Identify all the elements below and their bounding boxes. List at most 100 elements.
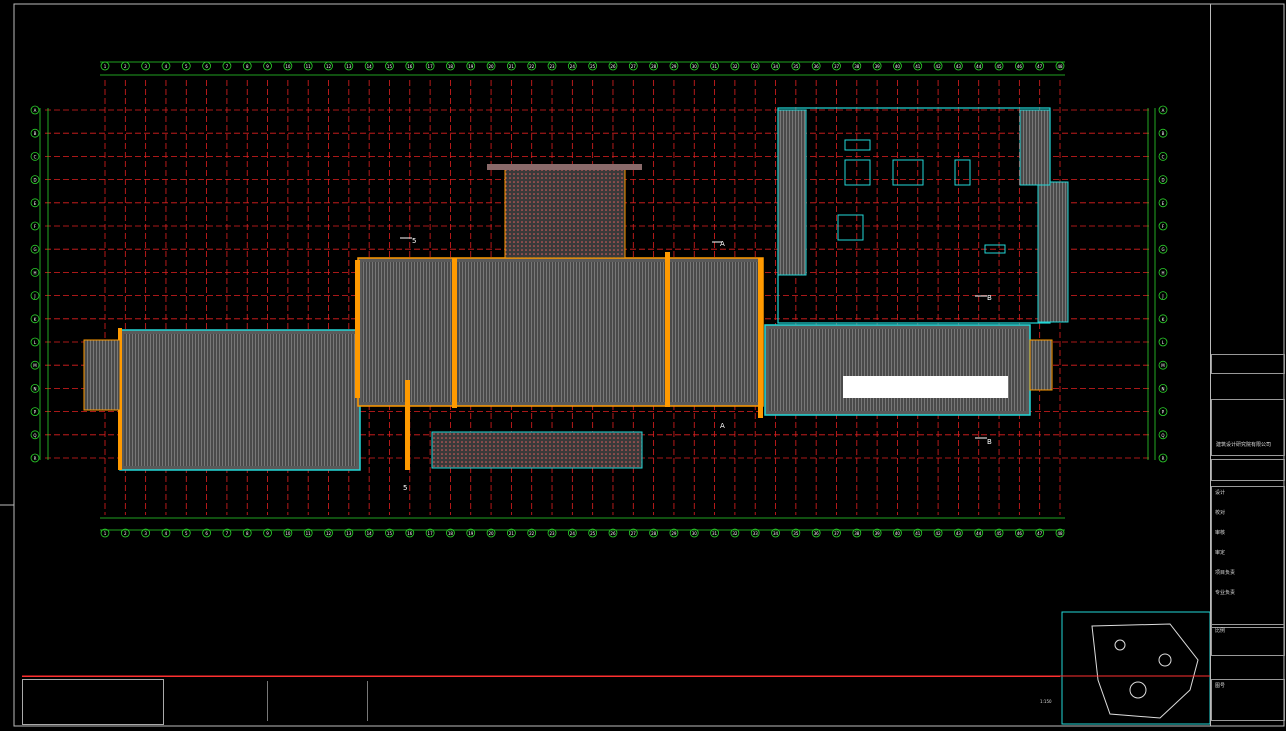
- axis-label: 27: [631, 531, 637, 536]
- axis-label: R: [34, 456, 37, 461]
- axis-label: 34: [773, 531, 779, 536]
- axis-label: G: [1161, 247, 1164, 252]
- axis-label: 5: [185, 531, 188, 536]
- axis-label: 29: [671, 64, 677, 69]
- axis-label: N: [1162, 386, 1165, 391]
- axis-label: 37: [834, 531, 840, 536]
- axis-label: 1: [104, 64, 107, 69]
- axis-label: 10: [285, 64, 291, 69]
- axis-label: M: [1161, 363, 1165, 368]
- courtyard-block: [431, 431, 643, 469]
- axis-label: Q: [1161, 433, 1164, 438]
- company-cell: 建筑设计研究院有限公司: [1211, 399, 1285, 456]
- axis-label: 33: [753, 64, 759, 69]
- legend-symbols: [372, 679, 492, 723]
- svg-text:A: A: [720, 240, 725, 248]
- axis-label: 8: [246, 531, 249, 536]
- axis-label: 16: [407, 64, 413, 69]
- axis-label: C: [34, 154, 37, 159]
- title-block: 建筑设计研究院有限公司 设计 校对 审核 审定 项目负责 专业负责 比例 图号: [1210, 4, 1285, 726]
- axis-label: 40: [895, 531, 901, 536]
- axis-label: 16: [407, 531, 413, 536]
- cad-drawing-canvas: 1 2 3 4 5 6 7 8 9 10 11 12 13 14 15 16 17 18 19 20 21 22 23 24 2…: [0, 3, 1285, 727]
- axis-label: 47: [1037, 64, 1043, 69]
- axis-label: E: [1162, 201, 1165, 206]
- company-name: 建筑设计研究院有限公司: [1216, 442, 1272, 448]
- axis-label: 48: [1057, 64, 1063, 69]
- axis-label: 40: [895, 64, 901, 69]
- section-mark-a-bottom: A: [720, 422, 725, 430]
- axis-label: 27: [631, 64, 637, 69]
- axis-label: 32: [732, 531, 738, 536]
- axis-label: G: [33, 247, 36, 252]
- axis-label: 6: [205, 64, 208, 69]
- title-block-header: [1211, 354, 1285, 374]
- axis-label: 36: [814, 64, 820, 69]
- axis-label: 24: [570, 64, 576, 69]
- project-name-cell: [1211, 459, 1285, 481]
- section-mark-a-top: A: [712, 240, 725, 248]
- svg-text:A: A: [720, 422, 725, 430]
- svg-text:B: B: [987, 294, 992, 302]
- axis-label: 22: [529, 64, 535, 69]
- axis-label: 13: [346, 64, 352, 69]
- axis-label: R: [1162, 456, 1165, 461]
- axis-label: 17: [428, 64, 434, 69]
- axis-label: K: [1162, 317, 1165, 322]
- upper-right-corner: [1019, 109, 1051, 186]
- upper-left-stair: [777, 109, 807, 276]
- axis-label: 12: [326, 531, 332, 536]
- axis-label: 43: [956, 64, 962, 69]
- axis-label: 17: [428, 531, 434, 536]
- drawing-number-cell: 图号: [1211, 679, 1285, 721]
- svg-text:5: 5: [412, 237, 416, 245]
- center-block-hatch: [362, 262, 759, 402]
- axis-label: 29: [671, 531, 677, 536]
- axis-label: 12: [326, 64, 332, 69]
- axis-label: 33: [753, 531, 759, 536]
- scale-cell: 比例: [1211, 624, 1285, 656]
- upper-courtyard-outline: [777, 107, 1051, 324]
- axis-label: 9: [266, 531, 269, 536]
- axis-label: L: [1162, 340, 1165, 345]
- axis-label: 30: [692, 64, 698, 69]
- upper-right-stair: [1037, 181, 1069, 323]
- axis-label: 38: [854, 531, 860, 536]
- axis-label: 26: [610, 64, 616, 69]
- axis-label: 3: [144, 531, 147, 536]
- axis-label: K: [34, 317, 37, 322]
- right-wing-hatch: [769, 329, 1026, 411]
- axis-label: H: [33, 270, 36, 275]
- axis-label: F: [34, 224, 37, 229]
- legend-area: 1:150: [22, 676, 1060, 725]
- legend-notes-column-2: [272, 681, 368, 721]
- axis-label: 13: [346, 531, 352, 536]
- axis-label: 10: [285, 531, 291, 536]
- axis-label: 20: [489, 64, 495, 69]
- axis-label: 46: [1017, 64, 1023, 69]
- axis-label: 15: [387, 531, 393, 536]
- axis-label: 2: [124, 531, 127, 536]
- left-wing-hatch: [124, 334, 356, 466]
- orange-column: [355, 260, 360, 398]
- axis-markers-right: A B C D E F G H J K L M N P Q R: [1158, 105, 1168, 463]
- axis-label: 38: [854, 64, 860, 69]
- orange-column: [405, 380, 410, 470]
- scale-label: 比例: [1215, 628, 1226, 634]
- axis-label: 4: [165, 531, 168, 536]
- axis-label: 25: [590, 531, 596, 536]
- left-entry-steps: [83, 339, 121, 411]
- axis-label: 23: [549, 531, 555, 536]
- furniture-box: [844, 159, 871, 186]
- axis-label: D: [33, 178, 36, 183]
- axis-label: 9: [266, 64, 269, 69]
- sig-row: 校对: [1215, 510, 1226, 516]
- axis-label: 11: [306, 531, 312, 536]
- axis-label: 14: [367, 64, 373, 69]
- axis-label: 46: [1017, 531, 1023, 536]
- axis-label: 47: [1037, 531, 1043, 536]
- axis-label: L: [34, 340, 37, 345]
- axis-label: 21: [509, 64, 515, 69]
- axis-label: 44: [976, 531, 982, 536]
- axis-markers-left: A B C D E F G H J K L M N P Q R: [30, 105, 40, 463]
